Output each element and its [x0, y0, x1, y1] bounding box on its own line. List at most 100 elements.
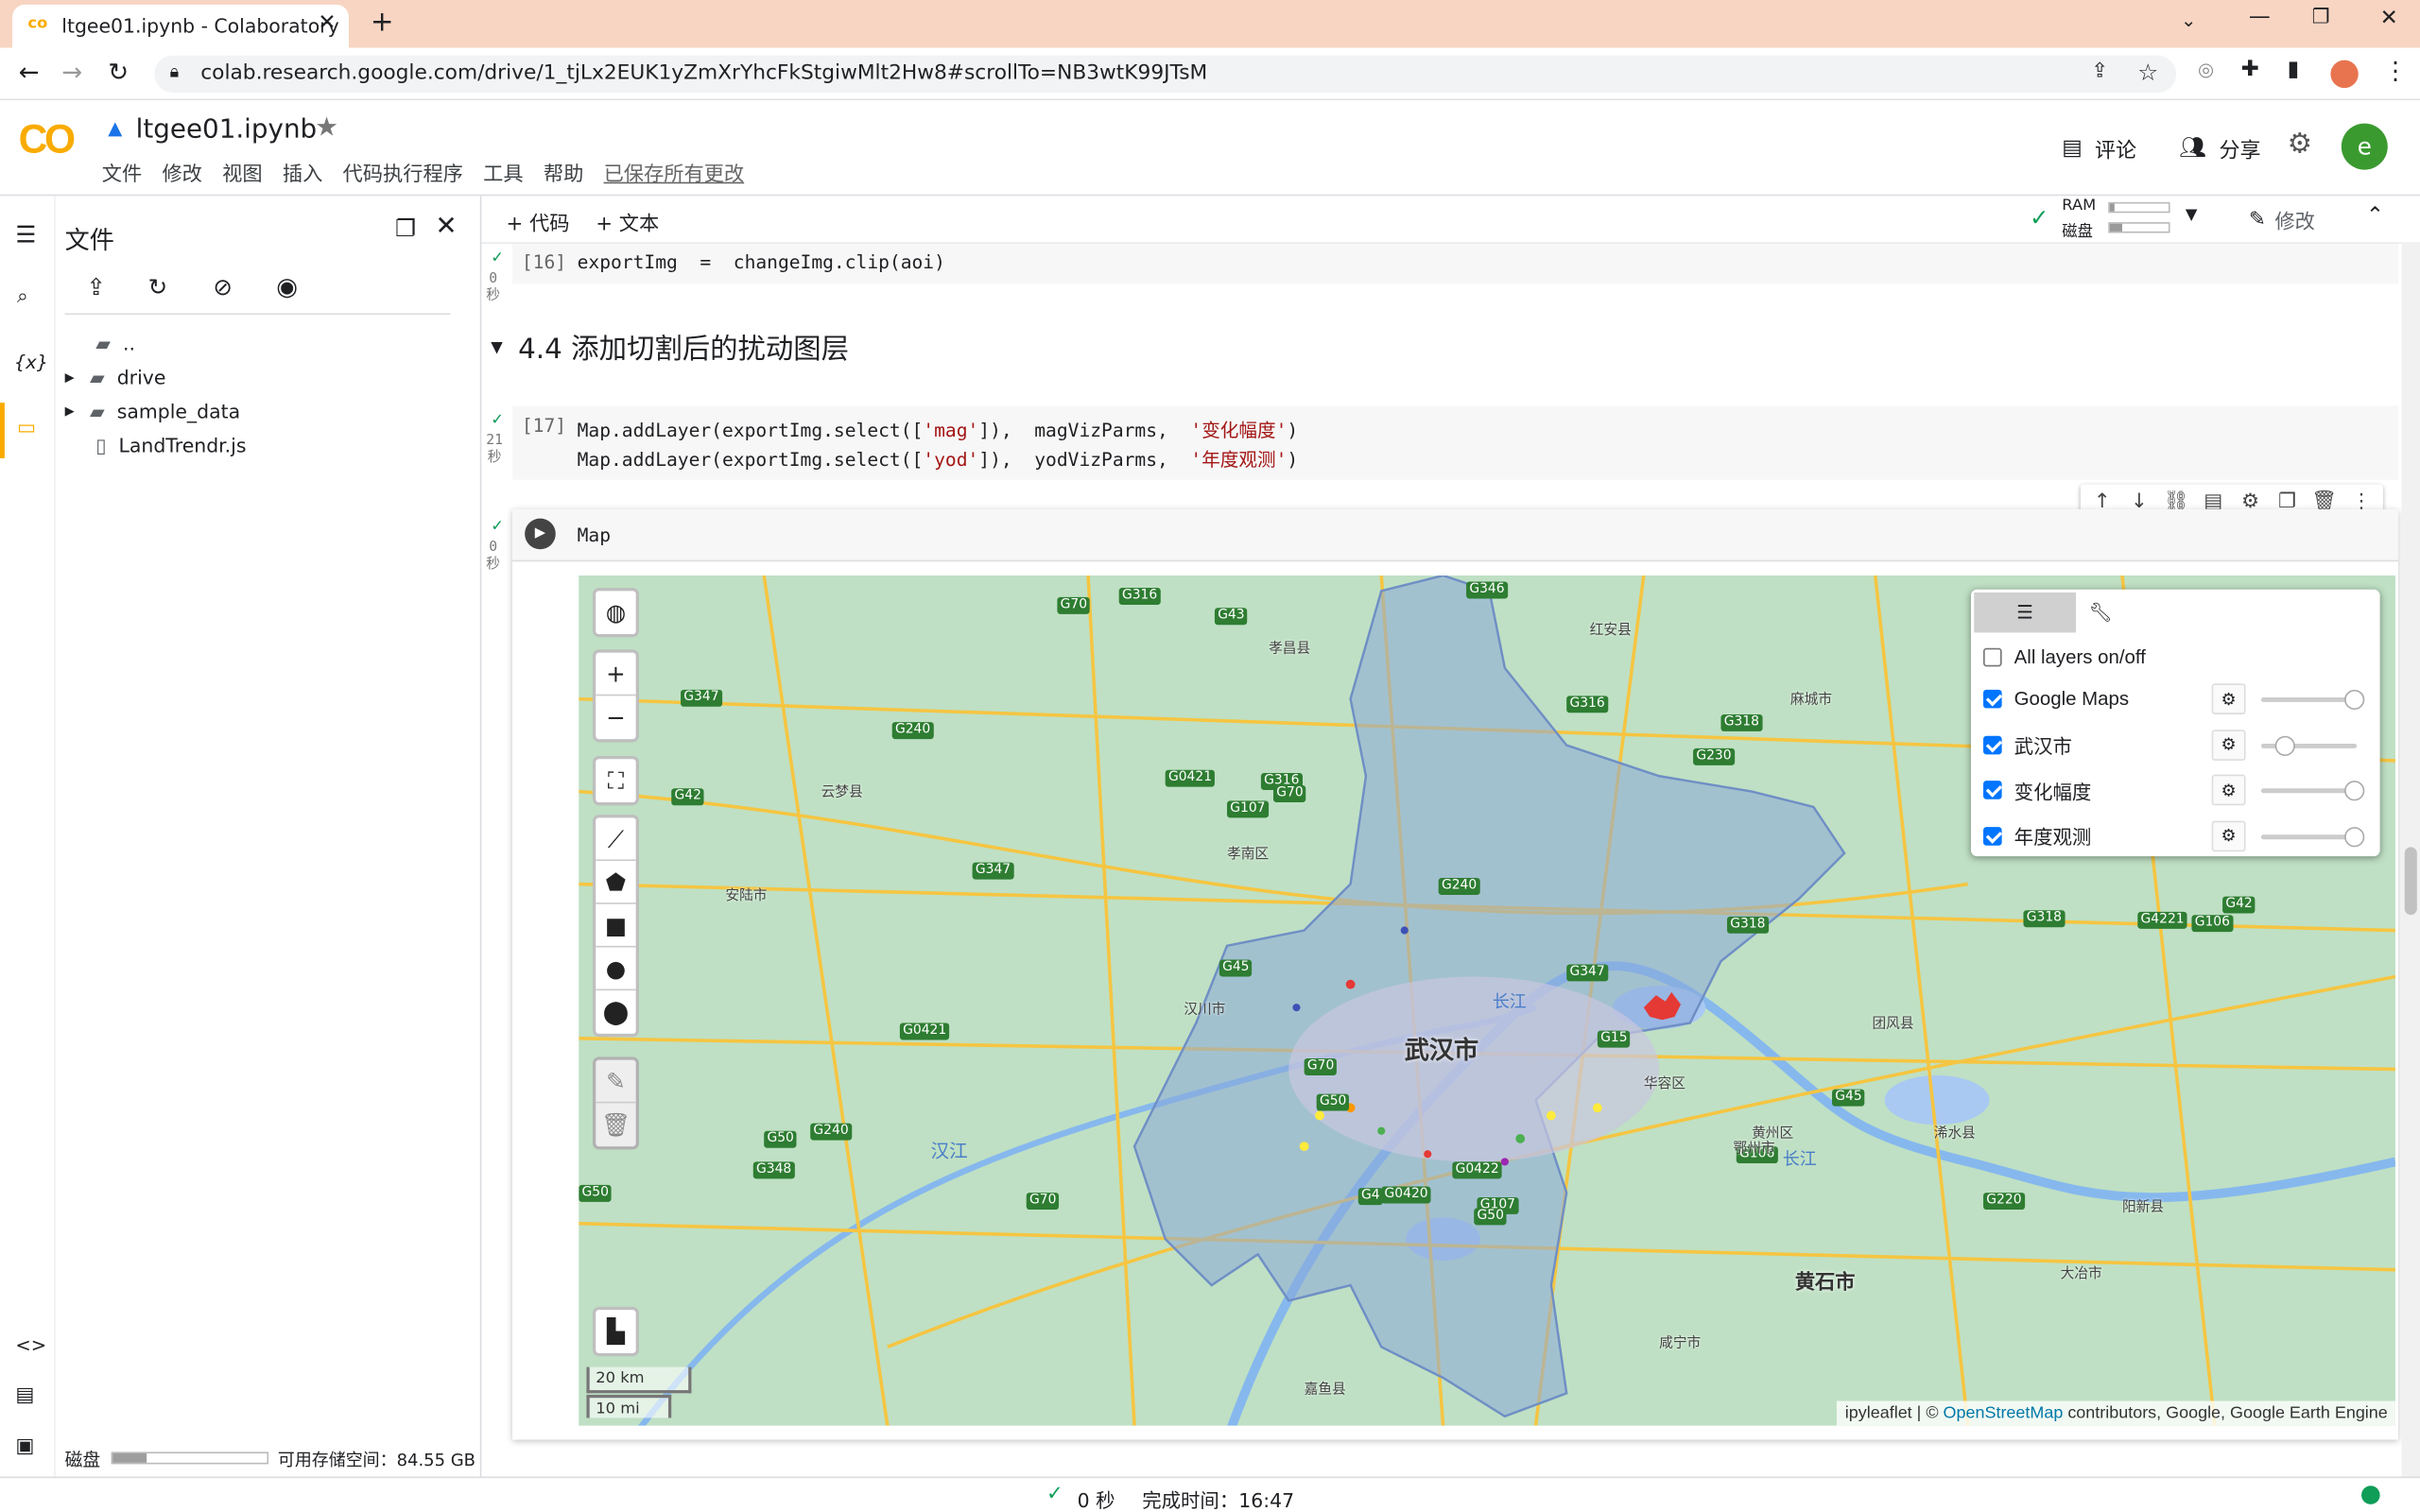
reload-icon[interactable]: ↻ — [108, 57, 129, 86]
variables-icon[interactable]: {x} — [14, 352, 49, 373]
share-button[interactable]: 👥︎ 分享 — [2179, 132, 2260, 163]
puzzle-icon[interactable]: ✚ — [2241, 57, 2259, 81]
edit-mode-button[interactable]: ✎ 修改 — [2249, 205, 2315, 234]
draw-polygon-icon[interactable]: ⬟ — [596, 861, 636, 904]
layer-settings-gear-icon[interactable]: ⚙ — [2211, 729, 2246, 761]
command-palette-icon[interactable]: ▤ — [15, 1384, 34, 1407]
osm-link[interactable]: OpenStreetMap — [1944, 1404, 2064, 1423]
tab-search-icon[interactable]: ⌄ — [2181, 9, 2196, 31]
menu-item-help[interactable]: 帮助 — [544, 158, 583, 186]
slider-knob[interactable] — [2344, 689, 2365, 711]
tools-tab[interactable]: 🔧︎ — [2079, 593, 2122, 632]
expand-arrow-icon[interactable]: ▶ — [65, 404, 75, 419]
extension-icon[interactable]: ◎ — [2198, 59, 2214, 80]
saved-status[interactable]: 已保存所有更改 — [604, 158, 745, 186]
draw-marker-icon[interactable]: ⬤ — [596, 990, 635, 1034]
scrollbar-thumb[interactable] — [2404, 847, 2417, 916]
browser-tab[interactable]: co ltgee01.ipynb - Colaboratory ✕ — [12, 4, 349, 48]
all-layers-toggle[interactable]: All layers on/off — [1983, 642, 2146, 673]
layer-checkbox[interactable] — [1983, 826, 2002, 845]
settings-gear-icon[interactable]: ⚙ — [2288, 129, 2312, 161]
collapse-section-icon[interactable]: ▼ — [491, 338, 503, 355]
layer-row[interactable]: 变化幅度 — [1983, 775, 2091, 806]
tree-item-parent[interactable]: ▰ .. — [95, 332, 135, 354]
collapse-header-icon[interactable]: ⌃ — [2366, 204, 2384, 229]
resources-dropdown-icon[interactable]: ▼ — [2186, 207, 2198, 224]
globe-icon[interactable]: ◍ — [596, 591, 635, 634]
tree-item-sample-data[interactable]: ▶ ▰ sample_data — [65, 400, 241, 422]
browser-menu-icon[interactable]: ⋮ — [2383, 56, 2408, 85]
notebook-title[interactable]: ltgee01.ipynb — [136, 114, 317, 146]
menu-item-view[interactable]: 视图 — [222, 158, 262, 186]
layer-checkbox[interactable] — [1983, 781, 2002, 799]
zoom-out-button[interactable]: − — [596, 696, 635, 739]
close-panel-icon[interactable]: ✕ — [435, 212, 457, 243]
menu-item-tools[interactable]: 工具 — [483, 158, 523, 186]
layer-settings-gear-icon[interactable]: ⚙ — [2211, 683, 2246, 714]
layers-tab[interactable]: ☰ — [1974, 592, 2076, 633]
search-icon[interactable]: ⌕ — [17, 285, 28, 308]
draw-polyline-icon[interactable]: ⟋ — [596, 817, 636, 862]
forward-icon[interactable]: → — [61, 57, 82, 86]
layer-opacity-slider[interactable] — [2260, 781, 2365, 801]
user-avatar[interactable]: e — [2341, 123, 2388, 170]
zoom-in-button[interactable]: + — [596, 653, 636, 696]
fullscreen-icon[interactable]: ⛶ — [596, 759, 635, 802]
star-icon[interactable]: ★ — [315, 112, 338, 144]
colab-logo[interactable]: CO — [19, 115, 76, 163]
code-snippets-icon[interactable]: <> — [15, 1334, 46, 1356]
code-editor[interactable]: [17] Map.addLayer(exportImg.select(['mag… — [512, 405, 2399, 480]
hidden-files-icon[interactable]: ◉ — [276, 271, 298, 301]
bookmark-star-icon[interactable]: ☆ — [2137, 59, 2158, 86]
slider-knob[interactable] — [2274, 734, 2296, 756]
layer-opacity-slider[interactable] — [2260, 826, 2365, 847]
close-tab-icon[interactable]: ✕ — [318, 10, 336, 35]
add-text-button[interactable]: + 文本 — [596, 207, 659, 235]
share-page-icon[interactable]: ⇪ — [2091, 60, 2108, 83]
menu-item-file[interactable]: 文件 — [102, 158, 142, 186]
layer-settings-gear-icon[interactable]: ⚙ — [2211, 819, 2246, 851]
notebook-scrollbar[interactable] — [2401, 242, 2420, 1477]
layer-row[interactable]: 武汉市 — [1983, 729, 2072, 760]
back-icon[interactable]: ← — [19, 57, 40, 86]
draw-rectangle-icon[interactable]: ■ — [596, 904, 636, 948]
omnibox[interactable]: 🔒︎ colab.research.google.com/drive/1_tjL… — [154, 55, 2177, 93]
code-cell-16[interactable]: ✓ 0 秒 [16] exportImg = changeImg.clip(ao… — [481, 243, 2420, 305]
folder-icon[interactable]: ▭ — [17, 417, 36, 439]
close-window-icon[interactable]: ✕ — [2380, 7, 2398, 31]
menu-item-insert[interactable]: 插入 — [283, 158, 322, 186]
mount-drive-off-icon[interactable]: ⊘ — [213, 273, 233, 301]
slider-knob[interactable] — [2344, 826, 2365, 847]
menu-item-edit[interactable]: 修改 — [162, 158, 201, 186]
section-heading[interactable]: ▼ 4.4 添加切割后的扰动图层 — [491, 327, 849, 367]
minimize-icon[interactable]: — — [2249, 5, 2271, 29]
terminal-icon[interactable]: ▣ — [15, 1435, 34, 1457]
all-layers-checkbox[interactable] — [1983, 647, 2002, 667]
tree-item-landtrendr[interactable]: ▯ LandTrendr.js — [95, 434, 246, 456]
delete-layers-icon[interactable]: 🗑︎ — [596, 1103, 635, 1146]
open-in-tab-icon[interactable]: ❐ — [395, 215, 416, 242]
sidepanel-icon[interactable]: ▮ — [2288, 57, 2300, 81]
code-editor[interactable]: ▶ Map — [512, 508, 2399, 562]
tree-item-drive[interactable]: ▶ ▰ drive — [65, 366, 166, 388]
basemap-selector[interactable]: ◍ — [592, 588, 639, 638]
comment-button[interactable]: ▤ 评论 — [2062, 132, 2136, 163]
layer-row[interactable]: Google Maps — [1983, 683, 2129, 714]
draw-circle-icon[interactable]: ● — [596, 947, 636, 991]
run-cell-button[interactable]: ▶ — [525, 518, 556, 550]
layer-checkbox[interactable] — [1983, 734, 2002, 754]
refresh-folder-icon[interactable]: ↻ — [148, 273, 168, 301]
layer-opacity-slider[interactable] — [2260, 734, 2358, 756]
profile-icon[interactable] — [2330, 60, 2359, 89]
code-cell-17[interactable]: ✓ 21 秒 [17] Map.addLayer(exportImg.selec… — [481, 405, 2420, 486]
ruler-icon[interactable]: ▙ — [596, 1310, 635, 1353]
upload-icon[interactable]: ⇪ — [86, 273, 106, 301]
add-code-button[interactable]: + 代码 — [507, 207, 570, 235]
code-editor[interactable]: [16] exportImg = changeImg.clip(aoi) — [512, 243, 2399, 284]
slider-knob[interactable] — [2344, 781, 2365, 801]
layer-opacity-slider[interactable] — [2260, 689, 2365, 711]
new-tab-icon[interactable]: + — [371, 7, 394, 39]
toc-icon[interactable]: ☰ — [15, 220, 36, 248]
layer-settings-gear-icon[interactable]: ⚙ — [2211, 774, 2246, 806]
restore-icon[interactable]: ❐ — [2312, 7, 2330, 29]
